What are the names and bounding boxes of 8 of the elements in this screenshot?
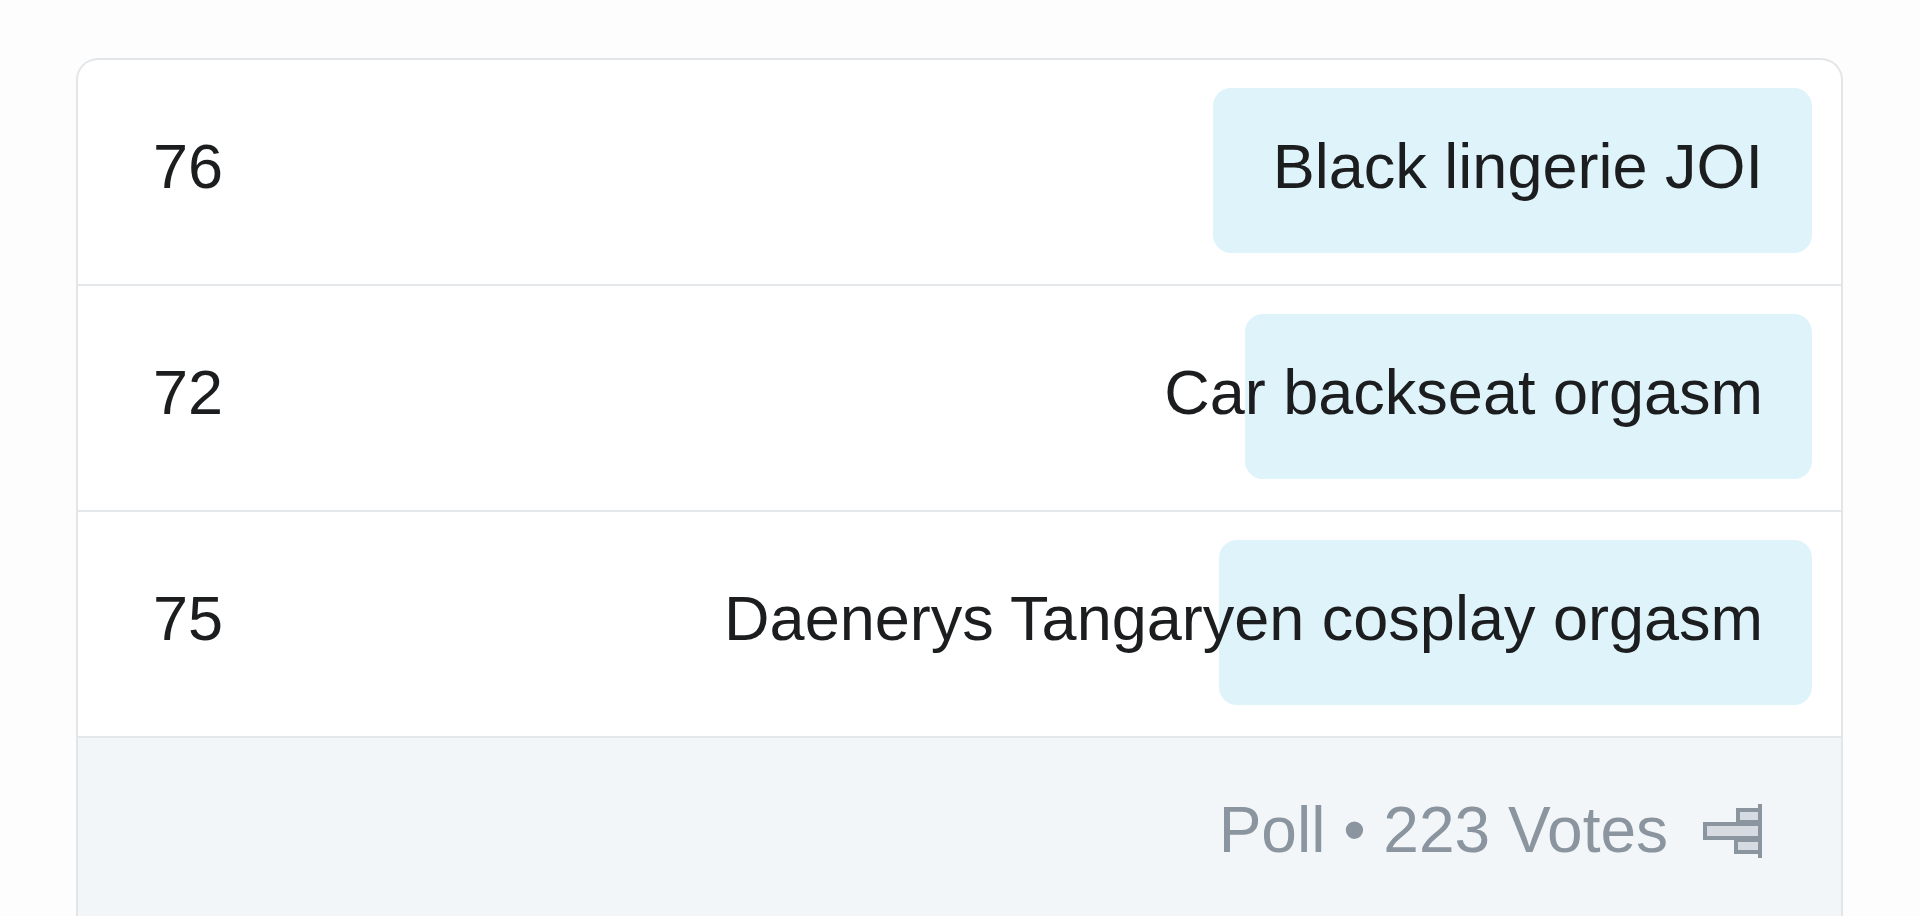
option-label: Black lingerie JOI [1272, 130, 1763, 203]
option-label: Daenerys Tangaryen cosplay orgasm [724, 582, 1763, 655]
poll-summary: Poll • 223 Votes [1218, 794, 1668, 868]
vote-count: 76 [153, 130, 224, 203]
option-label: Car backseat orgasm [1164, 356, 1763, 429]
vote-count: 72 [153, 356, 224, 429]
bar-chart-icon [1703, 803, 1762, 858]
vote-count: 75 [153, 582, 224, 655]
